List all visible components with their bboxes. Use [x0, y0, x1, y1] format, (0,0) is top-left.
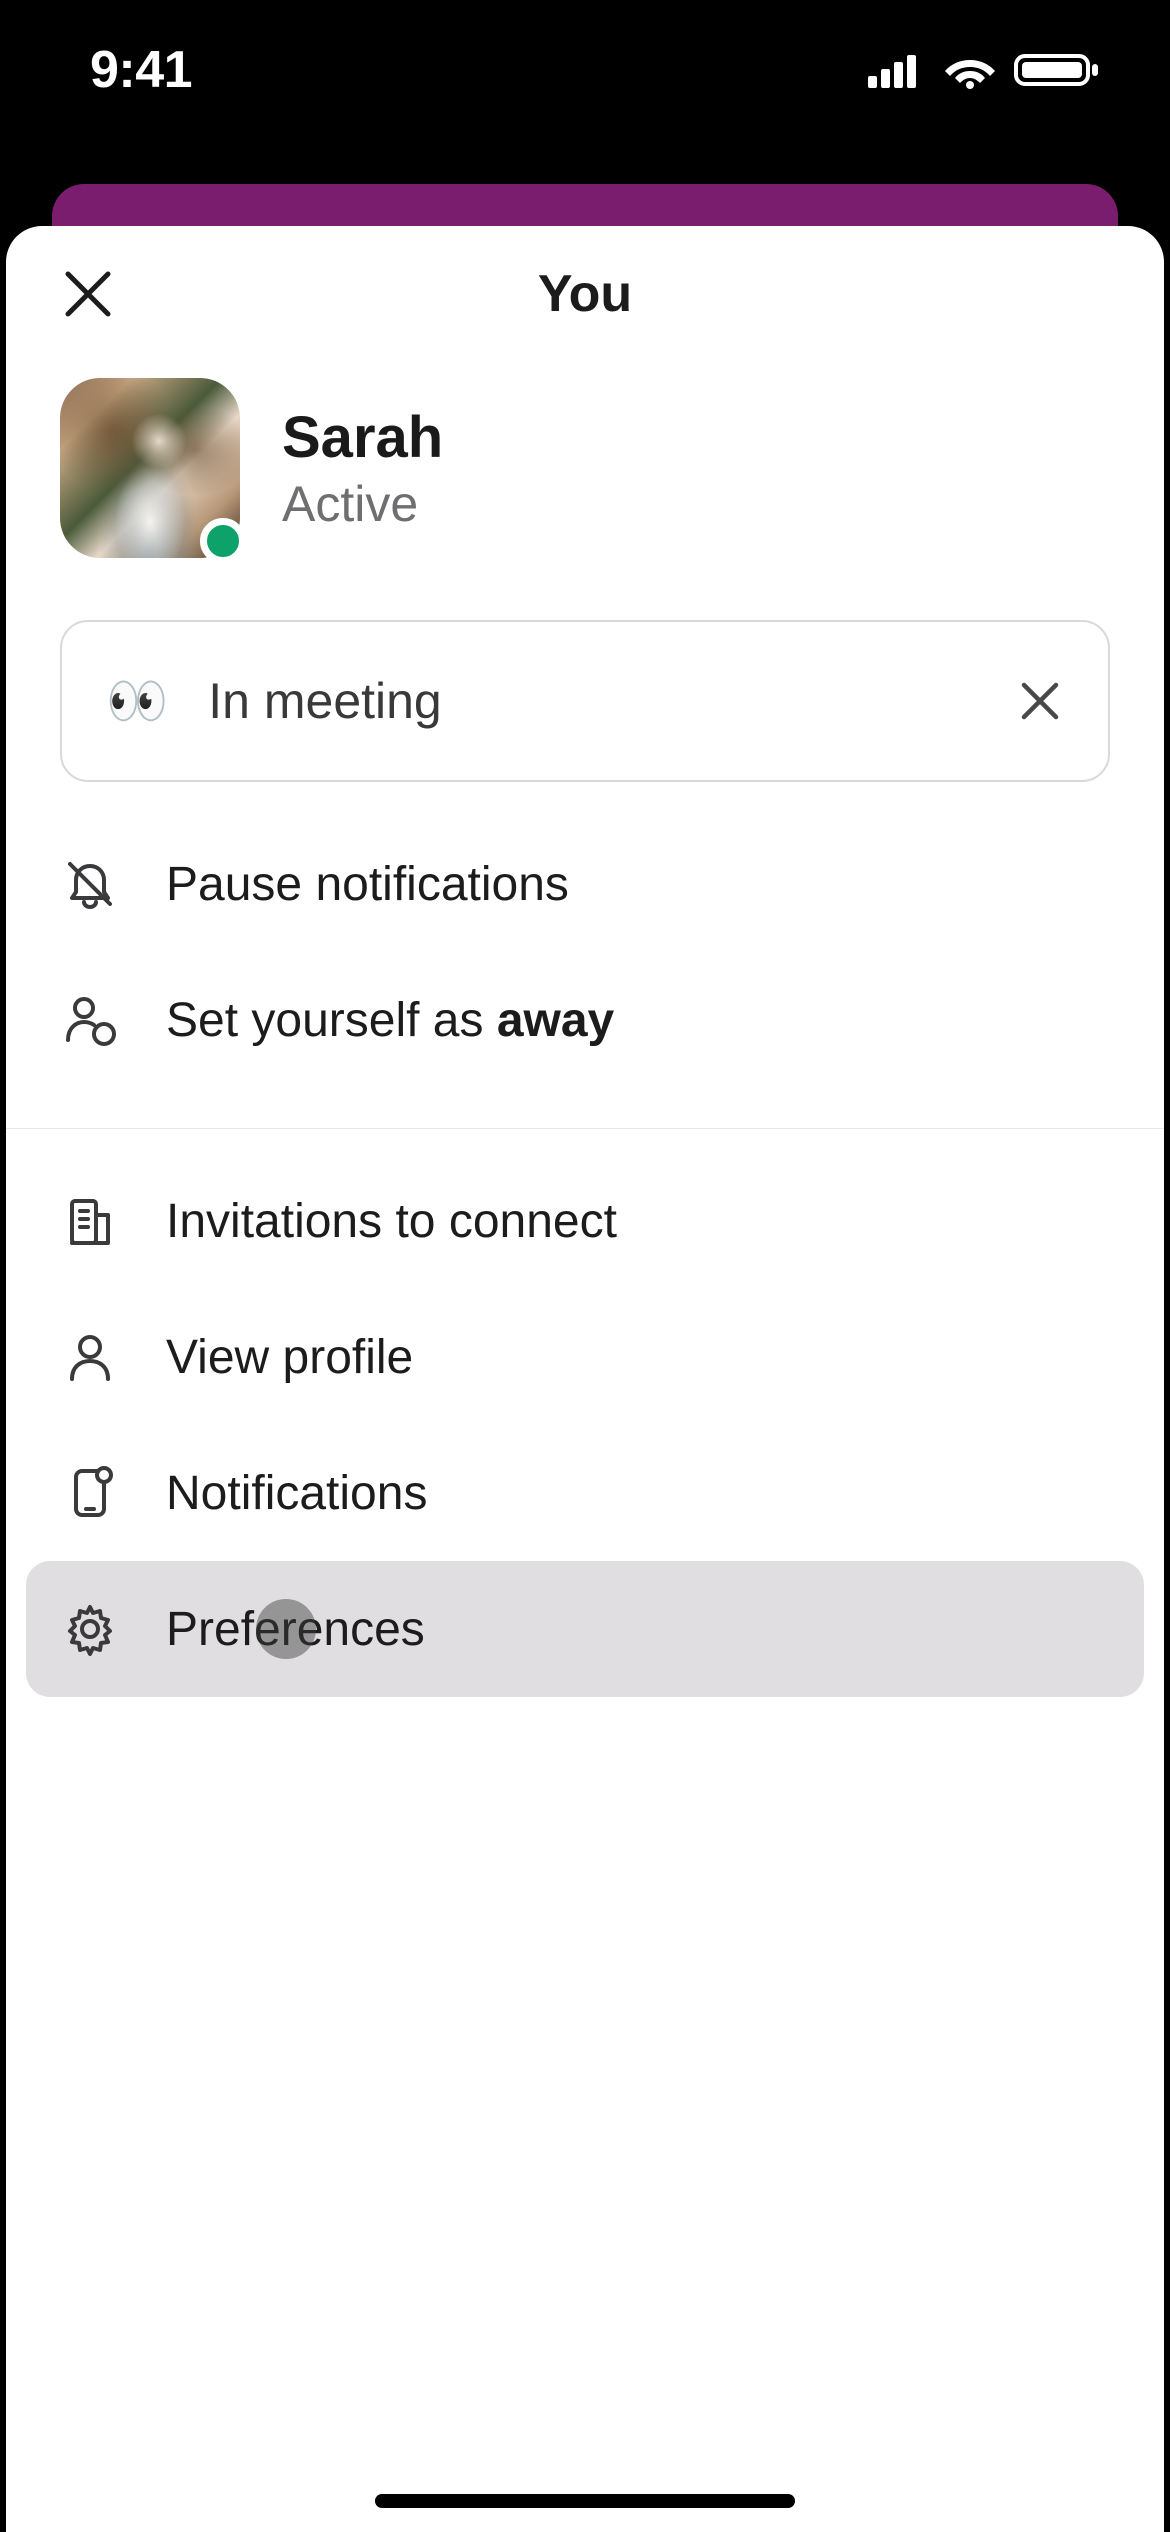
menu-item-label: Invitations to connect [166, 1194, 617, 1249]
menu-item-label: Notifications [166, 1466, 427, 1521]
home-indicator[interactable] [375, 2494, 795, 2508]
person-away-icon [62, 992, 118, 1048]
profile-name: Sarah [282, 404, 443, 471]
pause-notifications-row[interactable]: Pause notifications [6, 816, 1164, 952]
profile-row[interactable]: Sarah Active [6, 362, 1164, 586]
touch-indicator-icon [256, 1599, 316, 1659]
building-icon [62, 1193, 118, 1249]
divider [6, 1128, 1164, 1129]
status-time: 9:41 [90, 40, 192, 100]
close-icon [60, 266, 116, 322]
battery-icon [1014, 50, 1100, 90]
wifi-icon [944, 51, 996, 89]
status-indicators [868, 50, 1100, 90]
bell-off-icon [62, 856, 118, 912]
sheet-header: You [6, 226, 1164, 362]
invitations-row[interactable]: Invitations to connect [6, 1153, 1164, 1289]
status-chip[interactable]: 👀 In meeting [60, 620, 1110, 782]
menu-item-label: View profile [166, 1330, 413, 1385]
set-away-row[interactable]: Set yourself as away [6, 952, 1164, 1088]
menu-group-presence: Pause notifications Set yourself as away [6, 792, 1164, 1112]
status-emoji-icon: 👀 [106, 672, 168, 731]
person-icon [62, 1329, 118, 1385]
close-button[interactable] [52, 258, 124, 330]
profile-presence: Active [282, 475, 443, 533]
menu-item-label: Pause notifications [166, 857, 569, 912]
device-notification-icon [62, 1465, 118, 1521]
gear-icon [62, 1601, 118, 1657]
menu-item-label: Set yourself as away [166, 993, 614, 1048]
notifications-row[interactable]: Notifications [6, 1425, 1164, 1561]
menu-group-account: Invitations to connect View profile Noti… [6, 1153, 1164, 1721]
close-icon [1018, 679, 1062, 723]
preferences-row[interactable]: Preferences [26, 1561, 1144, 1697]
status-bar: 9:41 [0, 0, 1170, 140]
view-profile-row[interactable]: View profile [6, 1289, 1164, 1425]
cellular-icon [868, 52, 926, 88]
avatar [60, 378, 240, 558]
sheet-title: You [538, 264, 632, 324]
status-text: In meeting [208, 672, 968, 730]
you-sheet: You Sarah Active 👀 In meeting [6, 226, 1164, 2532]
clear-status-button[interactable] [1008, 669, 1072, 733]
profile-text: Sarah Active [282, 404, 443, 533]
presence-indicator-icon [200, 518, 246, 564]
